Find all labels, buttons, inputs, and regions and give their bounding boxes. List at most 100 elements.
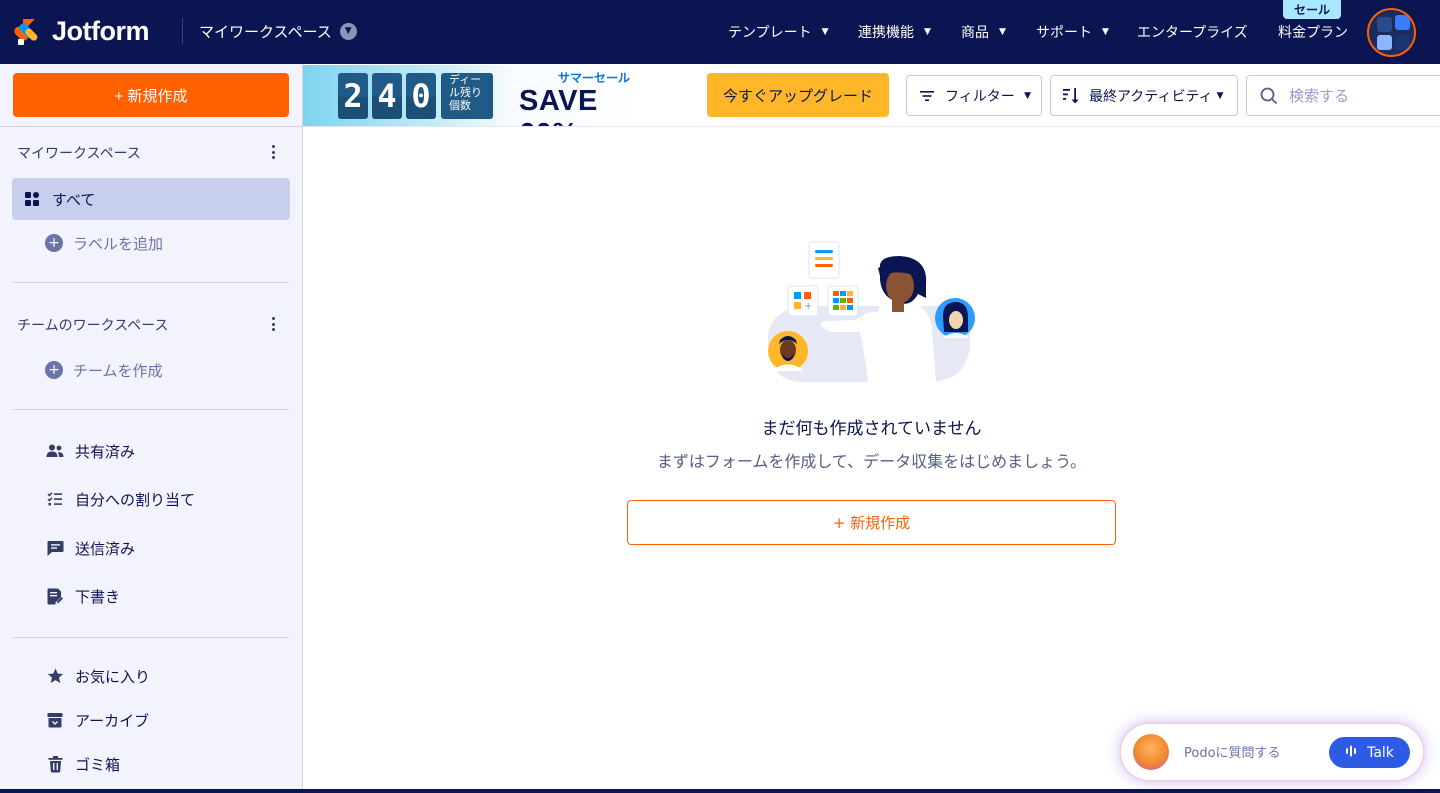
chevron-down-icon: ▼ [339,22,357,40]
upgrade-now-button[interactable]: 今すぐアップグレード [707,73,889,117]
chevron-down-icon: ▼ [1216,90,1224,101]
search-icon [1259,86,1279,106]
chevron-down-icon: ▼ [1024,90,1031,101]
sidebar-item-archive[interactable]: アーカイブ [45,709,149,731]
draft-icon [45,586,65,606]
chevron-down-icon: ▼ [1102,27,1109,37]
plus-circle-icon: + [45,234,63,252]
plus-circle-icon: + [45,361,63,379]
countdown-note: ディール残り個数 [441,73,493,119]
trash-icon [45,754,65,774]
sidebar-item-label: お気に入り [75,667,151,686]
sidebar: + 新規作成 マイワークスペース すべて + ラベルを追加 チームのワークスペー… [0,64,303,793]
sidebar-item-label: 下書き [75,587,121,606]
nav-templates[interactable]: テンプレート ▼ [728,20,829,44]
nav-support[interactable]: サポート ▼ [1036,20,1109,44]
countdown-digit: 4 [372,73,402,119]
sidebar-item-shared[interactable]: 共有済み [45,440,135,462]
sidebar-item-assigned[interactable]: 自分への割り当て [45,488,195,510]
grid-icon [22,189,42,209]
summer-sale-banner[interactable]: 2 4 0 ディール残り個数 サマーセール SAVE 60% [303,65,648,126]
archive-icon [45,710,65,730]
search-input[interactable] [1289,86,1429,105]
add-label-button[interactable]: + ラベルを追加 [45,232,163,254]
filter-dropdown[interactable]: フィルター ▼ [906,75,1042,116]
sound-wave-icon [1345,745,1359,761]
logo-divider [182,18,183,44]
empty-state-title: まだ何も作成されていません [761,419,982,439]
sidebar-item-label: 共有済み [75,442,136,461]
nav-integrations[interactable]: 連携機能 ▼ [858,20,931,44]
sidebar-item-label: チームを作成 [73,361,163,380]
empty-state-create-button[interactable]: + 新規作成 [627,500,1116,545]
countdown-digit: 2 [338,73,368,119]
avatar-tile [1377,35,1392,50]
sidebar-divider [12,409,289,410]
jotform-logo[interactable]: Jotform [14,14,150,48]
search-box[interactable] [1246,75,1440,116]
top-navigation-bar: Jotform マイワークスペース ▼ テンプレート ▼ 連携機能 ▼ 商品 ▼… [0,0,1440,64]
podo-assistant-bar[interactable]: Podoに質問する Talk [1121,724,1423,780]
nav-integrations-label: 連携機能 [858,25,914,41]
podo-avatar-icon [1133,734,1169,770]
talk-button-label: Talk [1367,744,1394,761]
sidebar-item-label: 自分への割り当て [75,490,196,509]
nav-enterprise-label: エンタープライズ [1137,25,1248,41]
promo-title: サマーセール [558,71,631,85]
sidebar-divider [0,126,302,127]
sidebar-divider [12,282,289,283]
nav-pricing-label: 料金プラン [1278,25,1348,41]
sidebar-item-drafts[interactable]: 下書き [45,585,120,607]
countdown-digit: 0 [406,73,436,119]
empty-state-illustration: + [768,241,975,382]
star-icon [45,666,65,686]
promo-headline: SAVE 60% [519,85,598,126]
filter-label: フィルター [945,88,1015,105]
podo-input-placeholder[interactable]: Podoに質問する [1184,742,1281,761]
svg-text:+: + [804,301,812,312]
create-team-button[interactable]: + チームを作成 [45,359,163,381]
sidebar-item-label: ラベルを追加 [73,234,164,253]
talk-button[interactable]: Talk [1329,737,1410,768]
sidebar-item-label: アーカイブ [75,711,150,730]
logo-wordmark: Jotform [52,15,150,46]
nav-pricing[interactable]: 料金プラン [1278,20,1348,44]
sidebar-divider [12,637,289,638]
nav-products[interactable]: 商品 ▼ [961,20,1006,44]
nav-support-label: サポート [1036,25,1092,41]
user-avatar[interactable] [1367,8,1416,57]
nav-products-label: 商品 [961,25,989,41]
sort-label: 最終アクティビティ [1089,88,1213,105]
sort-icon [1061,86,1081,106]
chevron-down-icon: ▼ [821,27,829,37]
checklist-icon [45,489,65,509]
avatar-tile [1377,17,1392,32]
sidebar-item-sent[interactable]: 送信済み [45,537,135,559]
filter-icon [917,86,937,106]
sale-badge: セール [1283,0,1341,19]
nav-enterprise[interactable]: エンタープライズ [1137,20,1248,44]
sidebar-item-label: すべて [52,190,96,209]
workspace-switcher[interactable]: マイワークスペース ▼ [199,18,357,44]
empty-state-subtitle: まずはフォームを作成して、データ収集をはじめましょう。 [656,452,1087,471]
more-options-icon[interactable] [266,315,280,333]
sidebar-item-favorites[interactable]: お気に入り [45,665,150,687]
sidebar-item-label: ゴミ箱 [75,755,121,774]
toolbar-divider [303,126,1440,127]
sidebar-item-trash[interactable]: ゴミ箱 [45,753,120,775]
sidebar-item-label: 送信済み [75,539,136,558]
bottom-border [0,789,1440,793]
more-options-icon[interactable] [266,143,280,161]
chevron-down-icon: ▼ [924,27,931,37]
sidebar-item-all[interactable]: すべて [12,178,290,220]
message-icon [45,538,65,558]
nav-templates-label: テンプレート [728,25,812,41]
create-new-button[interactable]: + 新規作成 [13,73,289,117]
team-workspace-heading: チームのワークスペース [17,318,169,334]
users-icon [45,441,65,461]
sort-dropdown[interactable]: 最終アクティビティ ▼ [1050,75,1238,116]
chevron-down-icon: ▼ [999,27,1006,37]
workspace-switcher-label: マイワークスペース [199,22,332,41]
jotform-logo-icon [14,16,42,46]
my-workspace-heading: マイワークスペース [17,146,141,162]
